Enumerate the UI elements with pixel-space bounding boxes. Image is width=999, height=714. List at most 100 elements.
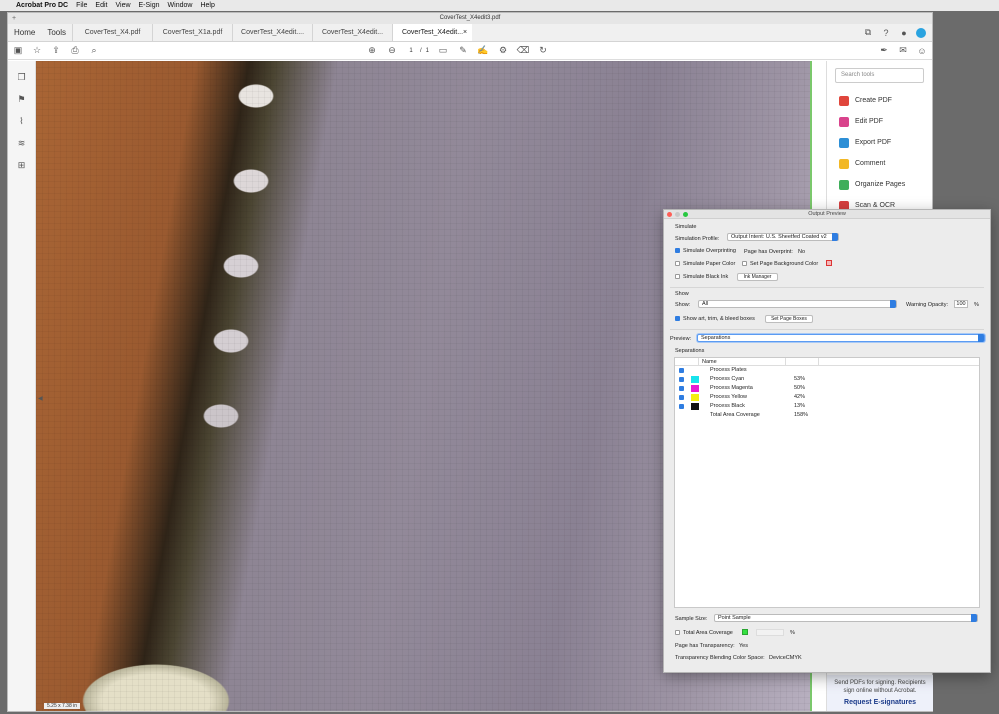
coverage-value-select[interactable] [756,629,784,636]
tab-tools[interactable]: Tools [41,24,72,41]
menu-file[interactable]: File [76,2,87,9]
plate-checkbox[interactable] [679,368,684,373]
plate-checkbox[interactable] [679,377,684,382]
set-page-boxes-button[interactable]: Set Page Boxes [765,315,813,323]
doc-tab[interactable]: CoverTest_X4edit... [312,24,392,41]
next-page-icon[interactable]: ⊖ [386,45,398,57]
table-row[interactable]: Process Black 13% [675,402,979,411]
simulation-profile-select[interactable]: Output Intent: U.S. Sheetfed Coated v2 [727,233,839,241]
rotate-icon[interactable]: ↻ [537,45,549,57]
tab-home[interactable]: Home [8,24,41,41]
checkbox-checked[interactable] [675,316,680,322]
menu-esign[interactable]: E-Sign [139,2,160,9]
sample-size-select[interactable]: Point Sample [714,614,978,622]
checkbox[interactable] [675,261,680,267]
table-row[interactable]: Process Yellow 42% [675,393,979,402]
mac-menu-bar: Acrobat Pro DC File Edit View E-Sign Win… [0,0,999,11]
chevron-down-icon [978,334,984,342]
tool-comment[interactable]: Comment [827,153,932,174]
plate-name: Process Cyan [710,376,745,382]
bell-icon[interactable]: ● [898,27,910,39]
page-number-input[interactable]: 1 [406,48,416,54]
app-menu[interactable]: Acrobat Pro DC [16,2,68,9]
close-tab-icon[interactable]: × [463,24,467,41]
search-tools-input[interactable]: Search tools [835,68,924,83]
warning-opacity-input[interactable]: 100 [954,300,968,308]
checkbox[interactable] [675,274,680,280]
close-window-icon[interactable] [667,212,672,217]
output-preview-icon[interactable]: ⊞ [16,159,28,171]
fill-sign-icon[interactable]: ✒ [878,45,890,57]
attachment-icon[interactable]: ⌇ [16,115,28,127]
checkbox[interactable] [742,261,747,267]
page-size-status: 5.25 x 7.38 in [44,703,81,709]
plate-checkbox[interactable] [679,386,684,391]
new-tab-icon[interactable]: + [12,13,16,24]
upload-icon[interactable]: ⇪ [50,45,62,57]
preview-select[interactable]: Separations [697,334,985,342]
avatar[interactable] [916,27,926,38]
show-select[interactable]: All [698,300,897,308]
zoom-window-icon[interactable] [683,212,688,217]
doc-tab-active[interactable]: CoverTest_X4edit... × [392,24,473,41]
trash-icon[interactable]: ⌫ [517,45,530,57]
checkbox-checked[interactable] [675,248,680,254]
menu-window[interactable]: Window [168,2,193,9]
sign-icon[interactable]: ✍ [477,45,489,57]
set-page-bg-checkbox[interactable]: Set Page Background Color [742,261,818,267]
plate-coverage: 158% [794,412,809,418]
tool-label: Export PDF [855,139,892,146]
print-icon[interactable]: ⎙ [69,45,81,57]
help-icon[interactable]: ? [880,27,892,39]
coverage-color-swatch[interactable] [742,629,748,635]
doc-tab[interactable]: CoverTest_X4edit.... [232,24,312,41]
request-esignatures-link[interactable]: Request E-signatures [827,699,933,707]
simulate-paper-color-checkbox[interactable]: Simulate Paper Color [675,261,735,267]
comment-icon[interactable]: ▭ [437,45,449,57]
zoom-icon[interactable]: ⌕ [88,45,100,57]
share-screen-icon[interactable]: ⧉ [862,27,874,39]
stamp-icon[interactable]: ⚙ [497,45,509,57]
doc-tab[interactable]: CoverTest_X4.pdf [72,24,152,41]
tool-organize-pages[interactable]: Organize Pages [827,174,932,195]
table-row[interactable]: Process Plates [675,366,979,375]
add-user-icon[interactable]: ☺ [916,45,928,57]
page-bg-color-swatch[interactable] [826,260,832,266]
ink-manager-button[interactable]: Ink Manager [737,273,778,281]
plate-name: Process Plates [710,367,747,373]
simulate-overprinting-checkbox[interactable]: Simulate Overprinting [675,248,736,254]
checkbox-label: Simulate Overprinting [683,248,736,254]
promo-text: Send PDFs for signing. Recipients [834,680,926,686]
menu-view[interactable]: View [115,2,130,9]
menu-help[interactable]: Help [200,2,214,9]
tool-export-pdf[interactable]: Export PDF [827,132,932,153]
window-titlebar: + CoverTest_X4edit3.pdf [8,13,932,24]
plate-checkbox[interactable] [679,395,684,400]
layers-icon[interactable]: ≋ [16,137,28,149]
table-row[interactable]: Process Cyan 53% [675,375,979,384]
tool-label: Create PDF [855,97,892,104]
pages-icon[interactable]: ❐ [16,71,28,83]
magenta-swatch [691,385,699,392]
total-area-coverage-checkbox[interactable]: Total Area Coverage [675,630,733,636]
bookmark-icon[interactable]: ⚑ [16,93,28,105]
save-icon[interactable]: ▣ [12,45,24,57]
doc-tab[interactable]: CoverTest_X1a.pdf [152,24,232,41]
table-row[interactable]: Process Magenta 50% [675,384,979,393]
tool-edit-pdf[interactable]: Edit PDF [827,111,932,132]
menu-edit[interactable]: Edit [95,2,107,9]
collapse-left-icon[interactable]: ◀ [38,395,43,402]
percent-sign: % [974,302,979,308]
blending-color-space-value: DeviceCMYK [769,655,802,661]
minimize-window-icon[interactable] [675,212,680,217]
mail-icon[interactable]: ✉ [897,45,909,57]
star-icon[interactable]: ☆ [31,45,43,57]
pen-icon[interactable]: ✎ [457,45,469,57]
plate-checkbox[interactable] [679,404,684,409]
simulate-black-ink-checkbox[interactable]: Simulate Black Ink [675,274,728,280]
tool-create-pdf[interactable]: Create PDF [827,90,932,111]
show-boxes-checkbox[interactable]: Show art, trim, & bleed boxes [675,316,755,322]
organize-pages-icon [839,179,849,190]
checkbox[interactable] [675,630,680,636]
prev-page-icon[interactable]: ⊕ [366,45,378,57]
